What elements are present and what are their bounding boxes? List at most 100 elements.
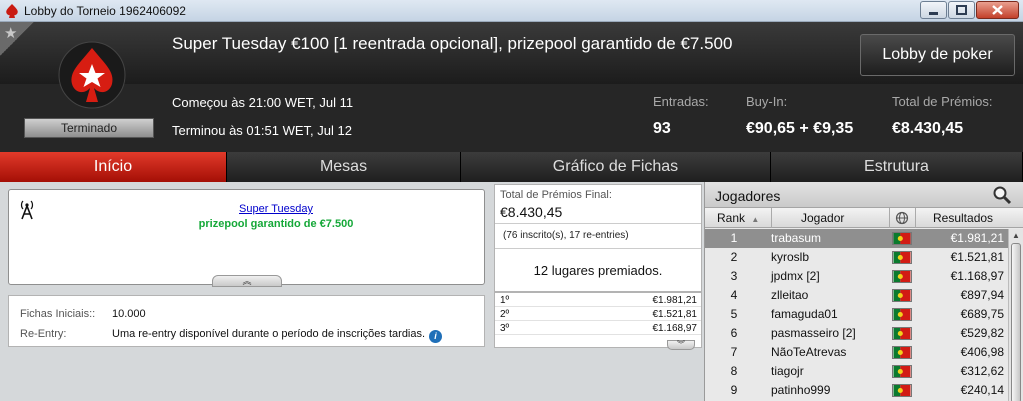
portugal-flag-icon <box>892 346 912 359</box>
prize-stat: Total de Prémios: €8.430,45 <box>892 94 992 138</box>
player-rank: 8 <box>730 364 738 378</box>
start-time: Começou às 21:00 WET, Jul 11 <box>172 95 354 110</box>
player-rank: 6 <box>730 326 738 340</box>
tab-estrutura[interactable]: Estrutura <box>771 152 1023 182</box>
player-rank: 9 <box>730 383 738 397</box>
player-result: €312,62 <box>960 364 1004 378</box>
player-rank: 7 <box>730 345 738 359</box>
buyin-value: €90,65 + €9,35 <box>746 120 854 137</box>
maximize-button[interactable] <box>948 1 975 19</box>
portugal-flag-icon <box>892 308 912 321</box>
player-name: tiagojr <box>771 364 804 378</box>
portugal-flag-icon <box>892 384 912 397</box>
lobby-tabs: Início Mesas Gráfico de Fichas Estrutura <box>0 152 1023 182</box>
player-name: jpdmx [2] <box>771 269 820 283</box>
player-name: pasmasseiro [2] <box>771 326 856 340</box>
collapse-info-button[interactable]: ︽ <box>212 275 282 287</box>
tournament-status-badge: Terminado <box>24 118 154 138</box>
table-row[interactable]: 7 NãoTeAtrevas €406,98 <box>705 343 1008 362</box>
prize-label: Total de Prémios: <box>892 94 993 109</box>
players-panel: Jogadores Rank ▲ Jogador Resultados 1 tra… <box>704 182 1023 401</box>
reentry-row: Re-Entry: Uma re-entry disponível durant… <box>20 328 443 343</box>
entries-stat: Entradas: 93 <box>653 94 709 138</box>
buyin-stat: Buy-In: €90,65 + €9,35 <box>746 94 853 138</box>
tournament-series-link[interactable]: Super Tuesday <box>9 203 543 215</box>
player-rank: 4 <box>730 288 738 302</box>
info-icon[interactable]: i <box>429 330 443 343</box>
search-icon[interactable] <box>992 185 1012 205</box>
payout-list: 1º €1.981,21 2º €1.521,81 3º €1.168,97 ︾ <box>494 292 702 350</box>
tournament-details: Fichas Iniciais:: 10.000 Re-Entry: Uma r… <box>8 295 485 347</box>
table-row[interactable]: 1 trabasum €1.981,21 <box>705 229 1008 248</box>
scroll-up-icon[interactable]: ▲ <box>1012 231 1020 240</box>
final-prize-label: Total de Prémios Final: <box>500 189 612 201</box>
player-rank: 3 <box>730 269 738 283</box>
tournament-info-box: Super Tuesday prizepool garantido de €7.… <box>8 189 485 287</box>
table-row[interactable]: 2 kyroslb €1.521,81 <box>705 248 1008 267</box>
guarantee-text: prizepool garantido de €7.500 <box>198 218 354 230</box>
table-row[interactable]: 8 tiagojr €312,62 <box>705 362 1008 381</box>
payout-row: 2º €1.521,81 <box>495 308 701 321</box>
table-row[interactable]: 9 patinho999 €240,14 <box>705 381 1008 400</box>
prize-value: €8.430,45 <box>892 120 964 137</box>
prize-summary: Total de Prémios Final: €8.430,45 (76 in… <box>494 184 702 292</box>
portugal-flag-icon <box>892 232 912 245</box>
favorite-corner[interactable]: ★ <box>0 22 34 56</box>
expand-payouts-button[interactable]: ︾ <box>667 340 695 350</box>
starting-chips-row: Fichas Iniciais:: 10.000 <box>20 308 146 320</box>
player-result: €1.981,21 <box>950 231 1004 245</box>
player-result: €897,94 <box>960 288 1004 302</box>
info-panel: Super Tuesday prizepool garantido de €7.… <box>0 182 492 401</box>
close-button[interactable] <box>976 1 1019 19</box>
payout-row: 3º €1.168,97 <box>495 322 701 335</box>
prize-panel: Total de Prémios Final: €8.430,45 (76 in… <box>492 182 704 401</box>
table-row[interactable]: 4 zlleitao €897,94 <box>705 286 1008 305</box>
player-name: patinho999 <box>771 383 831 397</box>
results-column-header[interactable]: Resultados <box>933 211 993 225</box>
table-row[interactable]: 6 pasmasseiro [2] €529,82 <box>705 324 1008 343</box>
tournament-title: Super Tuesday €100 [1 reentrada opcional… <box>172 34 733 53</box>
buyin-label: Buy-In: <box>746 94 788 109</box>
player-name: famaguda01 <box>771 307 838 321</box>
players-column-header: Rank ▲ Jogador Resultados <box>705 208 1023 228</box>
player-rank: 1 <box>730 231 738 245</box>
tab-mesas[interactable]: Mesas <box>227 152 461 182</box>
players-title: Jogadores <box>715 188 781 204</box>
tab-chip-graph[interactable]: Gráfico de Fichas <box>461 152 771 182</box>
player-result: €1.521,81 <box>950 250 1004 264</box>
pokerstars-logo-icon <box>58 41 126 109</box>
reentry-value: Uma re-entry disponível durante o períod… <box>112 328 426 340</box>
player-result: €689,75 <box>960 307 1004 321</box>
rank-column-header[interactable]: Rank ▲ <box>717 211 759 225</box>
player-name: NãoTeAtrevas <box>771 345 847 359</box>
starting-chips-label: Fichas Iniciais:: <box>20 308 96 320</box>
player-result: €406,98 <box>960 345 1004 359</box>
minimize-icon <box>929 12 938 15</box>
sort-ascending-icon: ▲ <box>751 215 760 224</box>
maximize-icon <box>956 5 967 15</box>
player-column-header[interactable]: Jogador <box>801 211 844 225</box>
end-time: Terminou às 01:51 WET, Jul 12 <box>172 123 352 138</box>
paid-places-text: 12 lugares premiados. <box>533 263 663 278</box>
player-name: kyroslb <box>771 250 810 264</box>
players-scrollbar[interactable]: ▲ <box>1008 229 1023 401</box>
player-name: zlleitao <box>771 288 809 302</box>
player-rank: 5 <box>730 307 738 321</box>
globe-icon[interactable] <box>895 211 909 225</box>
entries-value: 93 <box>653 120 671 137</box>
tab-inicio[interactable]: Início <box>0 152 227 182</box>
close-icon <box>992 5 1003 15</box>
player-result: €529,82 <box>960 326 1004 340</box>
scrollbar-thumb[interactable] <box>1011 243 1021 401</box>
entries-label: Entradas: <box>653 94 709 109</box>
window-title: Lobby do Torneio 1962406092 <box>24 4 186 18</box>
starting-chips-value: 10.000 <box>112 308 146 320</box>
portugal-flag-icon <box>892 289 912 302</box>
pokerstars-small-icon <box>6 4 18 18</box>
portugal-flag-icon <box>892 327 912 340</box>
player-rank: 2 <box>730 250 738 264</box>
table-row[interactable]: 3 jpdmx [2] €1.168,97 <box>705 267 1008 286</box>
minimize-button[interactable] <box>920 1 947 19</box>
poker-lobby-button[interactable]: Lobby de poker <box>860 34 1015 76</box>
table-row[interactable]: 5 famaguda01 €689,75 <box>705 305 1008 324</box>
